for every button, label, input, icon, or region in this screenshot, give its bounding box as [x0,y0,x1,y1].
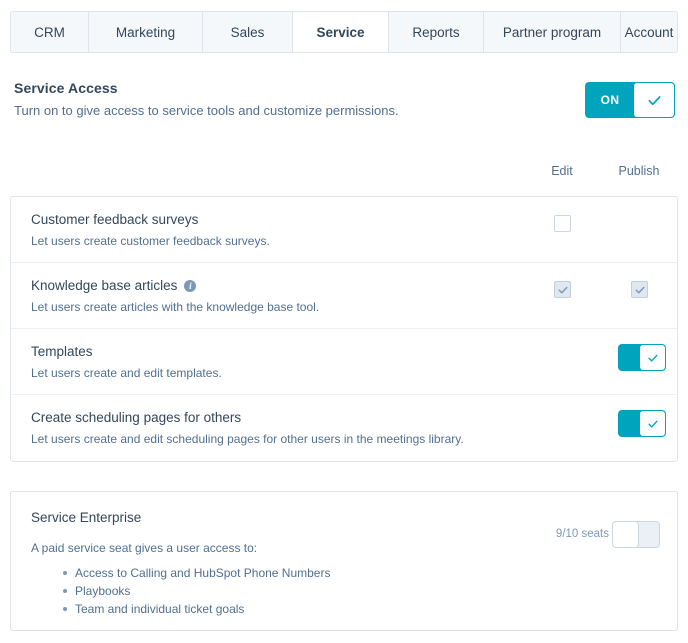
plan-subtitle: A paid service seat gives a user access … [31,541,258,555]
edit-checkbox-checked[interactable] [554,281,571,298]
toggle-knob [613,522,638,547]
info-icon[interactable]: i [184,279,197,292]
checkmark-icon [647,354,658,362]
toggle-track [638,522,659,547]
templates-toggle[interactable] [619,345,665,370]
toggle-knob [634,83,674,117]
permission-title-text: Create scheduling pages for others [31,410,242,425]
list-item: Team and individual ticket goals [63,600,657,618]
toggle-on-label: ON [600,93,620,107]
checkmark-icon [635,286,644,293]
permission-row-templates: Templates Let users create and edit temp… [11,329,677,395]
tab-account[interactable]: Account [621,12,677,52]
permission-description: Let users create and edit scheduling pag… [31,432,464,446]
plan-benefits-list: Access to Calling and HubSpot Phone Numb… [31,564,657,618]
toggle-track [619,411,640,436]
tab-label: Reports [412,24,460,40]
permission-description: Let users create customer feedback surve… [31,234,270,248]
page-subtitle: Turn on to give access to service tools … [14,103,399,118]
list-item: Playbooks [63,582,657,600]
tab-label: CRM [34,24,65,40]
tab-service[interactable]: Service [293,12,389,52]
checkmark-icon [558,286,567,293]
edit-checkbox-unchecked[interactable] [554,215,571,232]
tab-crm[interactable]: CRM [11,12,89,52]
checkmark-icon [647,420,658,428]
permission-title-text: Knowledge base articles [31,278,178,293]
edit-permission-control[interactable] [554,281,571,298]
tab-label: Service [316,24,365,40]
checkmark-icon [648,95,660,105]
main-tab-bar: CRM Marketing Sales Service Reports Part… [10,11,678,53]
page-title: Service Access [14,80,118,96]
tab-reports[interactable]: Reports [389,12,484,52]
column-header-edit: Edit [551,164,573,178]
create-scheduling-pages-toggle[interactable] [619,411,665,436]
tab-marketing[interactable]: Marketing [89,12,203,52]
edit-permission-control[interactable] [554,215,571,232]
permission-row-knowledge-base-articles: Knowledge base articles i Let users crea… [11,263,677,329]
permission-title: Create scheduling pages for others [31,410,657,425]
toggle-track [619,345,640,370]
permission-description: Let users create and edit templates. [31,366,222,380]
tab-label: Partner program [502,24,602,40]
tab-label: Sales [230,24,265,40]
tab-partner-program[interactable]: Partner program [484,12,621,52]
tab-label: Marketing [115,24,176,40]
permission-description: Let users create articles with the knowl… [31,300,320,314]
service-enterprise-card: Service Enterprise A paid service seat g… [10,491,678,631]
toggle-knob [640,411,665,436]
column-header-publish: Publish [618,164,660,178]
publish-permission-control[interactable] [631,281,648,298]
tab-label: Account [624,24,674,40]
toggle-knob [640,345,665,370]
permission-row-customer-feedback-surveys: Customer feedback surveys Let users crea… [11,197,677,263]
permission-column-headers: Edit Publish [0,164,688,182]
plan-title: Service Enterprise [31,510,142,525]
permissions-card: Customer feedback surveys Let users crea… [10,196,678,462]
publish-checkbox-checked[interactable] [631,281,648,298]
plan-content: Service Enterprise A paid service seat g… [11,492,677,618]
seats-count-label: 9/10 seats [555,528,609,540]
permission-row-create-scheduling-pages: Create scheduling pages for others Let u… [11,395,677,461]
permission-title-text: Customer feedback surveys [31,212,199,227]
service-access-master-toggle[interactable]: ON [586,83,674,117]
section-header: Service Access Turn on to give access to… [14,80,674,118]
tab-sales[interactable]: Sales [203,12,293,52]
permission-title: Templates [31,344,657,359]
list-item: Access to Calling and HubSpot Phone Numb… [63,564,657,582]
permission-title-text: Templates [31,344,93,359]
paid-seat-toggle[interactable] [613,522,659,547]
